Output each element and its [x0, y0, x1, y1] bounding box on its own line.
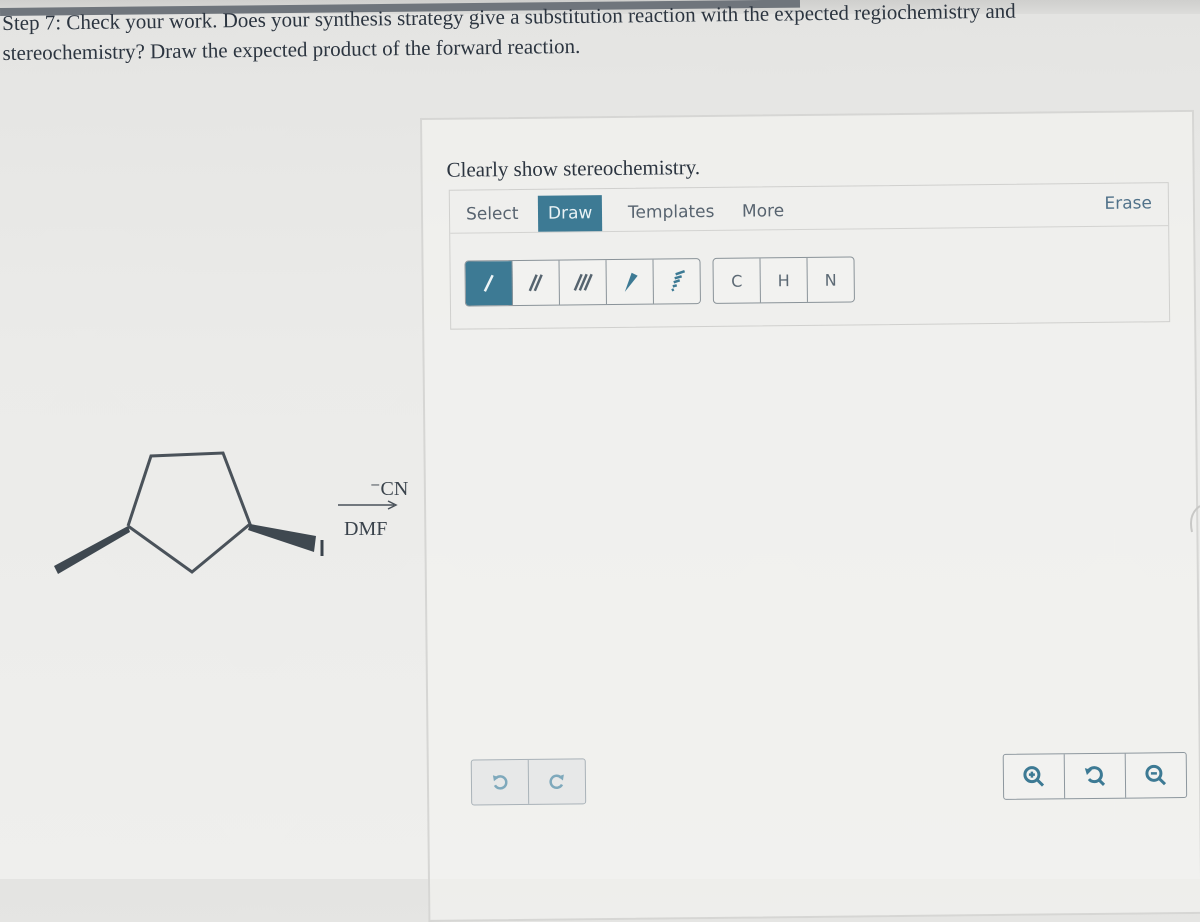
redo-icon: [547, 771, 567, 791]
redo-button[interactable]: [529, 759, 585, 804]
tab-draw[interactable]: Draw: [538, 195, 603, 232]
instructions-text: Clearly show stereochemistry.: [446, 155, 700, 183]
zoom-toolbar: [1003, 752, 1187, 800]
hash-bond-button[interactable]: [653, 259, 699, 303]
tab-templates[interactable]: Templates: [618, 194, 725, 231]
atom-nitrogen-button[interactable]: N: [807, 257, 853, 301]
triple-bond-icon: [572, 270, 594, 294]
triple-bond-button[interactable]: [560, 260, 607, 304]
double-bond-icon: [526, 271, 546, 295]
atom-hydrogen-button[interactable]: H: [760, 258, 807, 302]
bond-toolbar: [464, 258, 700, 306]
ring-bonds: [128, 453, 250, 572]
undo-icon: [490, 772, 510, 792]
answer-panel: Clearly show stereochemistry. Select Dra…: [420, 110, 1200, 922]
zoom-in-button[interactable]: [1004, 754, 1065, 799]
question-prompt: Step 7: Check your work. Does your synth…: [2, 0, 1153, 68]
scrollbar-edge[interactable]: [1178, 504, 1200, 534]
history-toolbar: [471, 758, 586, 805]
atom-toolbar: C H N: [712, 256, 854, 303]
erase-button[interactable]: Erase: [1104, 185, 1152, 221]
methyl-wedge-bond: [54, 526, 130, 574]
reaction-arrow-icon: [338, 500, 400, 510]
substrate-structure: [40, 440, 420, 590]
reset-zoom-icon: [1083, 764, 1107, 788]
molecule-editor: Select Draw Templates More Erase: [449, 182, 1170, 330]
double-bond-button[interactable]: [513, 261, 560, 305]
atom-carbon-button[interactable]: C: [713, 258, 760, 302]
tab-select[interactable]: Select: [456, 196, 529, 233]
undo-button[interactable]: [472, 760, 529, 805]
zoom-out-icon: [1144, 763, 1168, 787]
reagent-cyanide: ⁻CN: [370, 476, 408, 501]
reagent-solvent: DMF: [344, 518, 387, 541]
single-bond-icon: [479, 271, 499, 295]
wedge-bond-button[interactable]: [606, 260, 653, 304]
single-bond-button[interactable]: [466, 261, 513, 305]
wedge-bond-icon: [620, 270, 640, 294]
zoom-out-button[interactable]: [1126, 753, 1186, 798]
hash-bond-icon: [667, 269, 687, 293]
zoom-in-icon: [1022, 764, 1046, 788]
editor-tabs: Select Draw Templates More Erase: [450, 183, 1168, 234]
reaction-scheme: ⁻CN DMF: [40, 440, 420, 590]
reset-zoom-button[interactable]: [1065, 754, 1126, 799]
iodo-wedge-bond: [248, 524, 316, 552]
tab-more[interactable]: More: [732, 193, 795, 230]
